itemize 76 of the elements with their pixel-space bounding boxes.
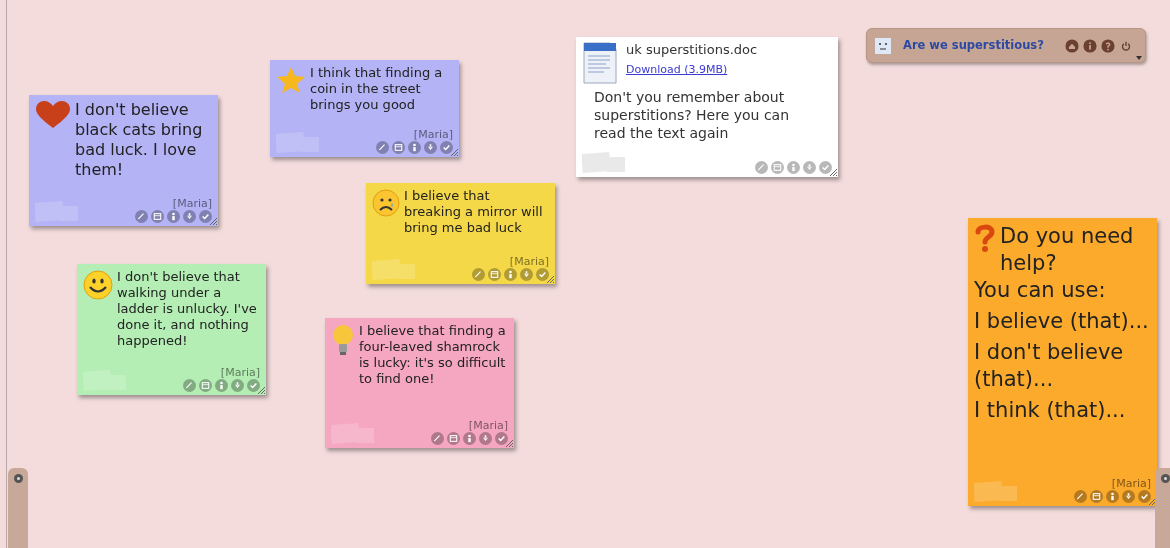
download-icon[interactable] xyxy=(520,268,533,281)
logo-icon xyxy=(372,257,416,281)
edit-icon[interactable] xyxy=(135,210,148,223)
file-name: uk superstitions.doc xyxy=(626,42,758,58)
edit-icon[interactable] xyxy=(1074,490,1087,503)
note-text: Do you need help? xyxy=(1000,223,1135,277)
author-label: [Maria] xyxy=(413,128,453,141)
note-text: I think (that)... xyxy=(974,397,1127,424)
edit-icon[interactable] xyxy=(376,141,389,154)
resize-handle-icon[interactable] xyxy=(450,148,458,156)
note-text: I believe (that)... xyxy=(974,308,1150,335)
sad-face-icon xyxy=(372,189,400,217)
download-icon[interactable] xyxy=(479,432,492,445)
note-text: I don't believe that walking under a ladder is unlucky. I've done it, and nothing happened! xyxy=(117,269,258,349)
calendar-icon[interactable] xyxy=(1090,490,1103,503)
check-icon[interactable] xyxy=(199,210,212,223)
edit-icon[interactable] xyxy=(183,379,196,392)
note-text: I believe that breaking a mirror will bring me bad luck xyxy=(404,188,544,236)
note-text: Don't you remember about superstitions? Here you can read the text again xyxy=(593,88,791,142)
edit-icon[interactable] xyxy=(472,268,485,281)
sticky-note[interactable]: I believe that breaking a mirror will bring me bad luck [Maria] xyxy=(366,183,555,284)
edit-icon[interactable] xyxy=(755,161,768,174)
check-icon[interactable] xyxy=(819,161,832,174)
resize-handle-icon[interactable] xyxy=(257,386,265,394)
logo-icon xyxy=(974,479,1018,503)
check-icon[interactable] xyxy=(440,141,453,154)
download-icon[interactable] xyxy=(183,210,196,223)
calendar-icon[interactable] xyxy=(771,161,784,174)
resize-handle-icon[interactable] xyxy=(829,168,837,176)
calendar-icon[interactable] xyxy=(392,141,405,154)
info-icon[interactable] xyxy=(1083,38,1097,53)
caret-icon[interactable] xyxy=(1136,56,1142,60)
calendar-icon[interactable] xyxy=(488,268,501,281)
check-icon[interactable] xyxy=(1138,490,1151,503)
note-text: I don't believe (that)... xyxy=(974,339,1125,393)
file-note[interactable]: uk superstitions.doc Download (3.9MB) Don't you remember about superstitions? Here you can read the text again xyxy=(576,37,838,177)
check-icon[interactable] xyxy=(247,379,260,392)
face-icon xyxy=(875,37,891,54)
calendar-icon[interactable] xyxy=(447,432,460,445)
smiley-icon xyxy=(83,270,113,300)
author-label: [Maria] xyxy=(220,366,260,379)
help-icon[interactable] xyxy=(1101,38,1115,53)
board-title: Are we superstitious? xyxy=(903,36,1044,54)
resize-handle-icon[interactable] xyxy=(546,275,554,283)
sticky-note[interactable]: Do you need help? You can use: I believe (that)... I don't believe (that)... I think (that)... [Maria] xyxy=(968,218,1157,506)
author-label: [Maria] xyxy=(468,419,508,432)
document-icon xyxy=(582,42,618,84)
calendar-icon[interactable] xyxy=(199,379,212,392)
note-text: I think that finding a coin in the street brings you good xyxy=(310,65,444,113)
download-icon[interactable] xyxy=(231,379,244,392)
download-icon[interactable] xyxy=(424,141,437,154)
edit-icon[interactable] xyxy=(431,432,444,445)
author-label: [Maria] xyxy=(509,255,549,268)
light-bulb-icon xyxy=(331,324,355,356)
question-mark-icon xyxy=(974,224,996,252)
check-icon[interactable] xyxy=(536,268,549,281)
note-text: I believe that finding a four-leaved shamrock is lucky: it's so difficult to find one! xyxy=(359,323,507,387)
sticky-note[interactable]: I think that finding a coin in the street brings you good [Maria] xyxy=(270,60,459,157)
sticky-note[interactable]: I don't believe black cats bring bad luck. I love them! [Maria] xyxy=(29,95,218,226)
resize-handle-icon[interactable] xyxy=(505,439,513,447)
side-handle[interactable] xyxy=(1155,468,1170,548)
note-text: I don't believe black cats bring bad luck. I love them! xyxy=(75,100,204,180)
star-icon xyxy=(276,66,306,94)
download-link[interactable]: Download (3.9MB) xyxy=(626,63,758,77)
side-handle[interactable] xyxy=(8,468,28,548)
resize-handle-icon[interactable] xyxy=(209,217,217,225)
author-label: [Maria] xyxy=(172,197,212,210)
check-icon[interactable] xyxy=(495,432,508,445)
download-icon[interactable] xyxy=(803,161,816,174)
heart-icon xyxy=(35,101,71,129)
download-icon[interactable] xyxy=(1122,490,1135,503)
author-label: [Maria] xyxy=(1111,477,1151,490)
sticky-note[interactable]: I believe that finding a four-leaved shamrock is lucky: it's so difficult to find one! [Maria] xyxy=(325,318,514,448)
calendar-icon[interactable] xyxy=(151,210,164,223)
sticky-note[interactable]: I don't believe that walking under a ladder is unlucky. I've done it, and nothing happened! [Maria] xyxy=(77,264,266,395)
note-text: You can use: xyxy=(974,277,1107,304)
